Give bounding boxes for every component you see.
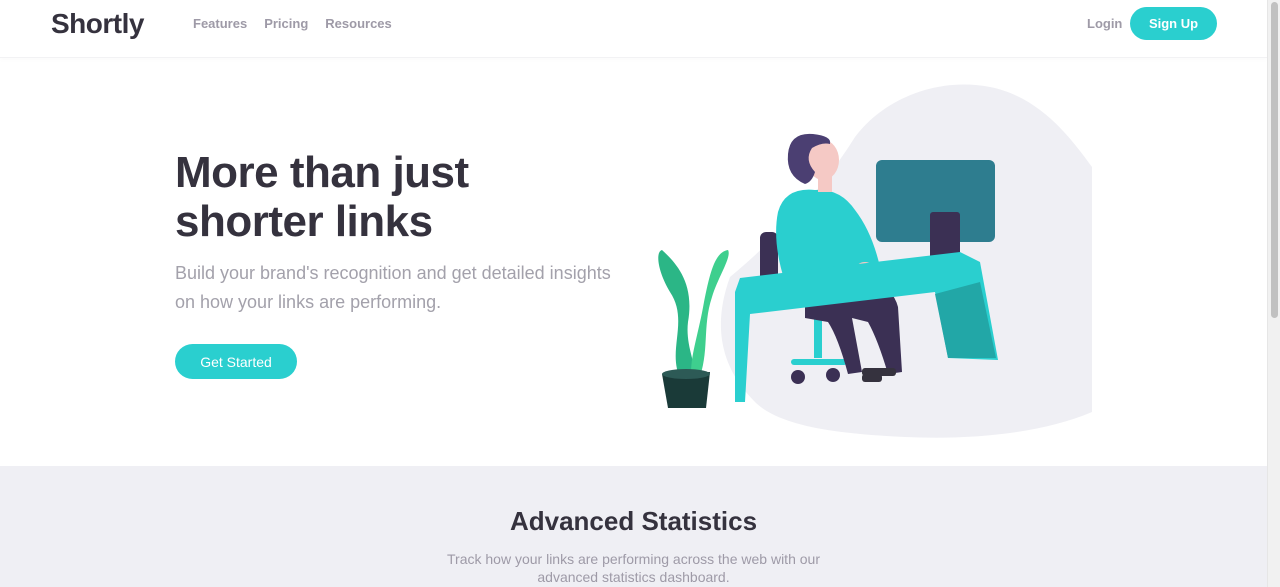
page-scrollbar[interactable] [1267,0,1280,587]
nav-features-link[interactable]: Features [193,16,247,31]
sign-up-button[interactable]: Sign Up [1130,7,1217,40]
statistics-description: Track how your links are performing acro… [447,551,820,585]
site-header: Shortly Features Pricing Resources Login… [0,0,1267,58]
login-link[interactable]: Login [1087,16,1122,31]
get-started-button[interactable]: Get Started [175,344,297,379]
person-shoe-right [862,374,882,382]
scrollbar-thumb[interactable] [1271,2,1278,318]
plant-leaf-left [658,250,696,382]
nav-resources-link[interactable]: Resources [325,16,391,31]
chair-wheel-left [791,370,805,384]
working-illustration [658,84,1092,438]
plant-pot-rim [662,369,710,379]
logo[interactable]: Shortly [51,8,144,40]
statistics-title: Advanced Statistics [509,506,758,536]
statistics-section: Advanced Statistics Track how your links… [0,466,1267,587]
hero-subtitle: Build your brand's recognition and get d… [175,263,611,312]
hero-title: More than just shorter links [175,148,469,246]
main-nav: Features Pricing Resources [193,16,392,31]
chair-wheel-right [826,368,840,382]
nav-pricing-link[interactable]: Pricing [264,16,308,31]
